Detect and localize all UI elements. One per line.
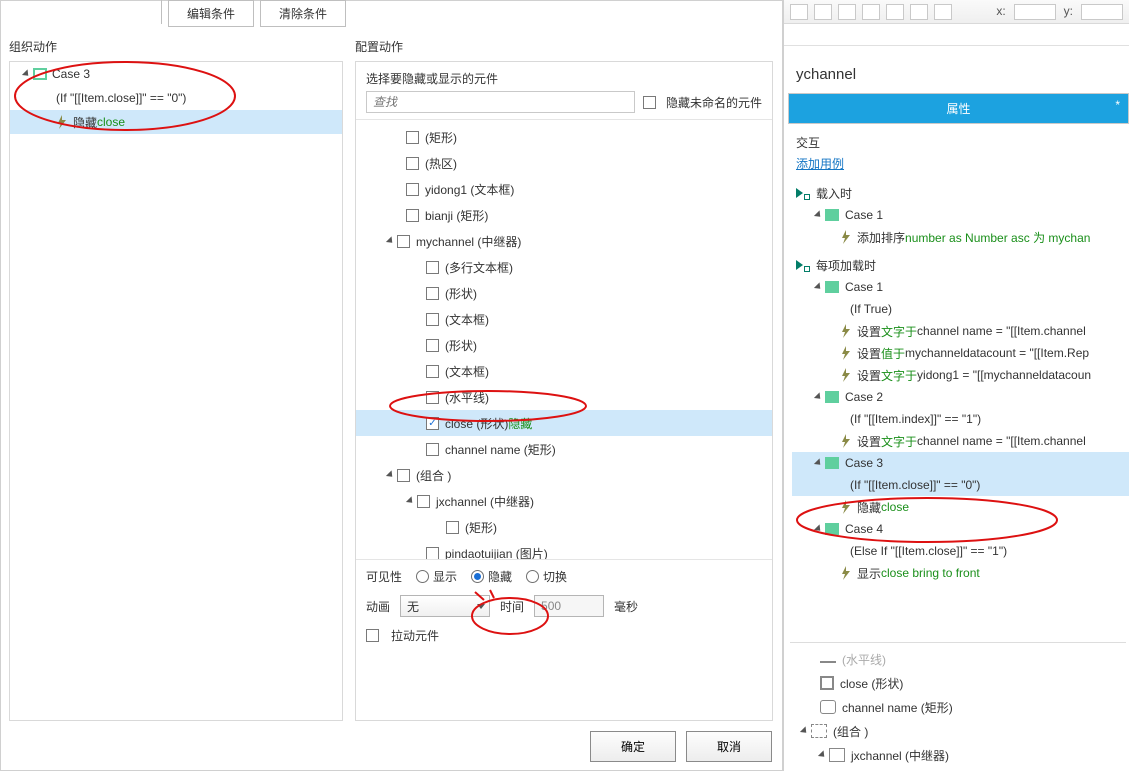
case-icon <box>825 209 839 221</box>
case-node[interactable]: Case 3 <box>10 62 342 86</box>
event-onload[interactable]: 载入时 <box>792 182 1129 204</box>
drag-widget-checkbox[interactable] <box>366 629 379 642</box>
action-row[interactable]: 设置 文字于 channel name = "[[Item.channel <box>792 320 1129 342</box>
radio-toggle[interactable]: 切换 <box>526 568 567 585</box>
cfg-title: 选择要隐藏或显示的元件 <box>356 62 772 91</box>
time-input[interactable]: 500 <box>534 595 604 617</box>
configure-actions-panel: 选择要隐藏或显示的元件 隐藏未命名的元件 (矩形) (热区) yidong1 (… <box>355 61 773 721</box>
radio-hide[interactable]: 隐藏 <box>471 568 512 585</box>
list-item[interactable]: bianji (矩形) <box>425 207 488 224</box>
case-node[interactable]: Case 4 <box>792 518 1129 540</box>
case-condition: (If True) <box>792 298 1129 320</box>
chevron-down-icon <box>477 604 485 609</box>
organize-actions-panel: Case 3 (If "[[Item.close]]" == "0") 隐藏 c… <box>9 61 343 721</box>
y-input[interactable] <box>1081 4 1123 20</box>
ok-button[interactable]: 确定 <box>590 731 676 762</box>
animation-label: 动画 <box>366 598 390 615</box>
toolbar: x: y: <box>784 0 1129 24</box>
tree-row-close[interactable]: close (形状) 隐藏 <box>356 410 772 436</box>
event-icon <box>796 258 810 272</box>
list-item[interactable]: (热区) <box>425 155 457 172</box>
tool-icon[interactable] <box>886 4 904 20</box>
event-icon <box>796 186 810 200</box>
list-item[interactable]: (矩形) <box>465 519 497 536</box>
list-item[interactable]: (水平线) <box>445 389 489 406</box>
time-unit: 毫秒 <box>614 598 638 615</box>
case-condition: (Else If "[[Item.close]]" == "1") <box>792 540 1129 562</box>
edit-condition-button[interactable]: 编辑条件 <box>168 0 254 27</box>
outline-item[interactable]: jxchannel (中继器) <box>790 743 1126 767</box>
case-condition: (If "[[Item.close]]" == "0") <box>792 474 1129 496</box>
interactions-header: 交互 <box>788 124 1129 155</box>
list-item[interactable]: (组合 ) <box>416 467 451 484</box>
configure-actions-label: 配置动作 <box>355 38 403 55</box>
tool-icon[interactable] <box>814 4 832 20</box>
x-input[interactable] <box>1014 4 1056 20</box>
search-input[interactable] <box>366 91 635 113</box>
y-label: y: <box>1064 4 1073 20</box>
visibility-label: 可见性 <box>366 568 402 585</box>
case-label: Case 3 <box>52 67 90 81</box>
list-item[interactable]: (形状) <box>445 285 477 302</box>
outline-item[interactable]: (水平线) <box>790 647 1126 671</box>
tool-icon[interactable] <box>862 4 880 20</box>
list-item[interactable]: (形状) <box>445 337 477 354</box>
outline-item[interactable]: channel name (矩形) <box>790 695 1126 719</box>
action-prefix: 隐藏 <box>73 114 97 131</box>
case-condition: (If "[[Item.index]]" == "1") <box>792 408 1129 430</box>
list-item[interactable]: jxchannel (中继器) <box>436 493 534 510</box>
case-icon <box>33 68 47 80</box>
case-editor-dialog: 编辑条件 清除条件 组织动作 配置动作 Case 3 (If "[[Item.c… <box>0 0 783 771</box>
list-item[interactable]: pindaotuijian (图片) <box>445 545 548 560</box>
outline-item[interactable]: (组合 ) <box>790 719 1126 743</box>
list-item[interactable]: (矩形) <box>425 129 457 146</box>
case-condition: (If "[[Item.close]]" == "0") <box>10 86 342 110</box>
tool-icon[interactable] <box>838 4 856 20</box>
action-row-hide-close[interactable]: 隐藏 close <box>10 110 342 134</box>
list-item[interactable]: channel name (矩形) <box>445 441 556 458</box>
tab-properties[interactable]: 属性* <box>789 94 1128 123</box>
list-item[interactable]: (文本框) <box>445 363 489 380</box>
cancel-button[interactable]: 取消 <box>686 731 772 762</box>
tool-icon[interactable] <box>934 4 952 20</box>
event-onitemload[interactable]: 每项加载时 <box>792 254 1129 276</box>
drag-widget-label: 拉动元件 <box>391 627 439 644</box>
widget-tree[interactable]: (矩形) (热区) yidong1 (文本框) bianji (矩形) mych… <box>356 119 772 559</box>
x-label: x: <box>996 4 1005 20</box>
animation-select[interactable]: 无 <box>400 595 490 617</box>
interactions-tree: 载入时 Case 1 添加排序 number as Number asc 为 m… <box>788 182 1129 584</box>
case-node[interactable]: Case 2 <box>792 386 1129 408</box>
inspector-tabs: 属性* <box>788 93 1129 124</box>
action-target: close <box>97 115 125 129</box>
add-case-link[interactable]: 添加用例 <box>796 157 844 171</box>
list-item[interactable]: (多行文本框) <box>445 259 513 276</box>
bolt-icon <box>840 230 852 244</box>
outline-item[interactable]: close (形状) <box>790 671 1126 695</box>
action-row[interactable]: 隐藏 close <box>792 496 1129 518</box>
time-label: 时间 <box>500 598 524 615</box>
action-row[interactable]: 显示 close bring to front <box>792 562 1129 584</box>
checkbox-close-icon[interactable] <box>426 417 439 430</box>
action-row[interactable]: 添加排序 number as Number asc 为 mychan <box>792 226 1129 248</box>
action-row[interactable]: 设置 文字于 channel name = "[[Item.channel <box>792 430 1129 452</box>
bolt-icon <box>56 115 68 129</box>
case-node-case3[interactable]: Case 3 <box>792 452 1129 474</box>
tool-icon[interactable] <box>910 4 928 20</box>
widget-name: ychannel <box>788 50 1129 93</box>
list-item[interactable]: yidong1 (文本框) <box>425 181 514 198</box>
tool-icon[interactable] <box>790 4 808 20</box>
action-row[interactable]: 设置 值于 mychanneldatacount = "[[Item.Rep <box>792 342 1129 364</box>
organize-actions-label: 组织动作 <box>9 38 57 55</box>
case-node[interactable]: Case 1 <box>792 204 1129 226</box>
outline-panel: (水平线) close (形状) channel name (矩形) (组合 )… <box>790 642 1126 767</box>
action-row[interactable]: 设置 文字于 yidong1 = "[[mychanneldatacoun <box>792 364 1129 386</box>
list-item[interactable]: mychannel (中继器) <box>416 233 521 250</box>
case-node[interactable]: Case 1 <box>792 276 1129 298</box>
visibility-row: 可见性 显示 隐藏 切换 <box>366 568 762 585</box>
radio-show[interactable]: 显示 <box>416 568 457 585</box>
hide-unnamed-checkbox[interactable]: 隐藏未命名的元件 <box>643 94 762 111</box>
list-item[interactable]: (文本框) <box>445 311 489 328</box>
clear-condition-button[interactable]: 清除条件 <box>260 0 346 27</box>
